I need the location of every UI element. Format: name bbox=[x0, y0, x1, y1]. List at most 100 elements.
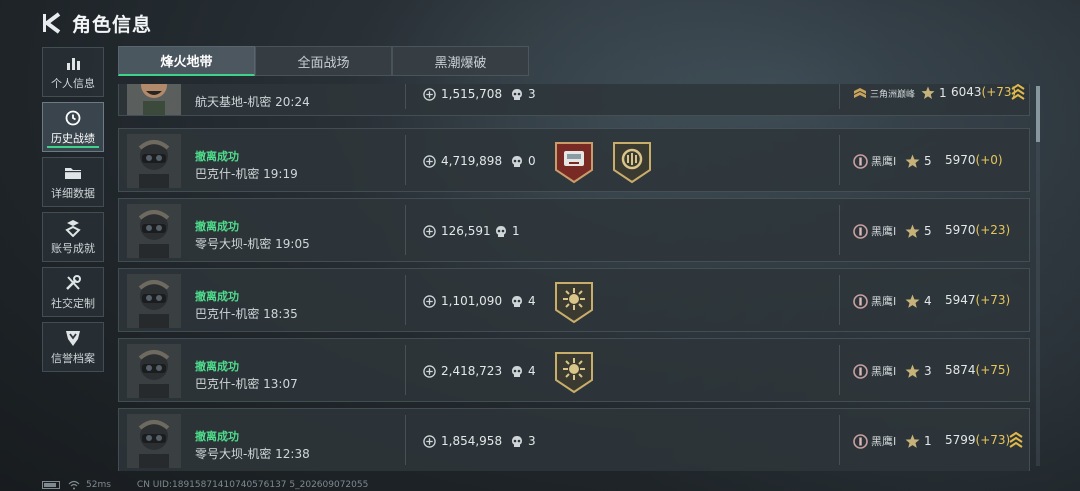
currency-icon bbox=[423, 434, 436, 448]
match-row[interactable]: 撤离成功 巴克什-机密 18:35 1,101,090 4 黑鹰I 4 5947… bbox=[118, 268, 1030, 332]
black-hawk-rank-icon bbox=[853, 293, 868, 309]
extract-value: 2,418,723 bbox=[423, 363, 502, 379]
star-icon bbox=[921, 86, 935, 99]
tab-black-tide[interactable]: 黑潮爆破 bbox=[392, 46, 529, 76]
tab-full-battlefield[interactable]: 全面战场 bbox=[255, 46, 392, 76]
value-text: 1,854,958 bbox=[441, 434, 503, 448]
score-text: 5874 bbox=[945, 363, 976, 377]
battery-icon bbox=[42, 480, 60, 489]
back-arrow-icon bbox=[43, 12, 61, 34]
rank: 黑鹰I bbox=[853, 153, 896, 169]
star-icon bbox=[905, 364, 920, 378]
scroll-thumb[interactable] bbox=[1036, 86, 1040, 142]
match-row[interactable]: 撤离成功 零号大坝-机密 19:05 126,591 1 黑鹰I 5 5970(… bbox=[118, 198, 1030, 262]
match-row[interactable]: 撤离成功 巴克什-机密 19:19 4,719,898 0 黑鹰I 5 5970… bbox=[118, 128, 1030, 192]
kills-text: 3 bbox=[528, 434, 536, 448]
divider bbox=[405, 205, 406, 255]
sun-emblem-badge-icon[interactable] bbox=[553, 350, 595, 394]
value-text: 1,515,708 bbox=[441, 87, 503, 101]
rank-score: 6043(+73) bbox=[951, 85, 1016, 101]
rank-text: 黑鹰I bbox=[871, 365, 897, 378]
sidebar-item-social[interactable]: 社交定制 bbox=[42, 267, 104, 317]
rank-level: 5 bbox=[905, 152, 932, 170]
star-icon bbox=[905, 154, 920, 168]
operator-avatar bbox=[127, 414, 181, 468]
loot-case-badge-icon[interactable] bbox=[553, 140, 595, 184]
rank-text: 黑鹰I bbox=[871, 295, 897, 308]
rank-text: 黑鹰I bbox=[871, 435, 897, 448]
sun-emblem-badge-icon[interactable] bbox=[553, 280, 595, 324]
match-row[interactable]: 航天基地-机密 20:24 1,515,708 3 三角洲巅峰 1 6043(+… bbox=[118, 84, 1030, 116]
rank-text: 黑鹰I bbox=[871, 155, 897, 168]
rank-level: 5 bbox=[905, 222, 932, 240]
sidebar-item-details[interactable]: 详细数据 bbox=[42, 157, 104, 207]
sidebar-item-reputation[interactable]: 信誉档案 bbox=[42, 322, 104, 372]
score-text: 5970 bbox=[945, 153, 976, 167]
team-emblem-badge-icon[interactable] bbox=[611, 140, 653, 184]
list-scrollbar[interactable] bbox=[1036, 86, 1040, 466]
star-icon bbox=[905, 294, 920, 308]
skull-icon bbox=[512, 295, 522, 307]
currency-icon bbox=[423, 87, 436, 101]
sidebar-item-history[interactable]: 历史战绩 bbox=[42, 102, 104, 152]
score-text: 5970 bbox=[945, 223, 976, 237]
uid-text: CN UID:18915871410740576137 5_2026090720… bbox=[136, 479, 369, 490]
folder-icon bbox=[64, 164, 82, 182]
divider bbox=[839, 415, 840, 465]
score-delta: (+73) bbox=[975, 433, 1011, 447]
score-delta: (+0) bbox=[975, 153, 1003, 167]
rank-score: 5970(+23) bbox=[945, 223, 1010, 239]
kill-count: 4 bbox=[511, 293, 536, 309]
rank-level: 1 bbox=[921, 84, 947, 102]
sidebar: 个人信息 历史战绩 详细数据 账号成就 社交定制 信誉档案 bbox=[42, 47, 104, 377]
extract-value: 1,854,958 bbox=[423, 433, 502, 449]
extract-status: 撤离成功 bbox=[195, 360, 239, 373]
ping-text: 52ms bbox=[86, 479, 111, 490]
black-hawk-rank-icon bbox=[853, 363, 868, 379]
sidebar-item-profile[interactable]: 个人信息 bbox=[42, 47, 104, 97]
match-row[interactable]: 撤离成功 零号大坝-机密 12:38 1,854,958 3 黑鹰I 1 579… bbox=[118, 408, 1030, 471]
score-text: 5799 bbox=[945, 433, 976, 447]
match-badges bbox=[553, 140, 669, 184]
match-map-time: 航天基地-机密 20:24 bbox=[195, 95, 310, 109]
bar-chart-icon bbox=[65, 54, 81, 72]
operator-avatar bbox=[127, 274, 181, 328]
currency-icon bbox=[423, 364, 436, 378]
black-hawk-rank-icon bbox=[853, 433, 868, 449]
sidebar-item-label: 社交定制 bbox=[51, 296, 95, 310]
match-row[interactable]: 撤离成功 巴克什-机密 13:07 2,418,723 4 黑鹰I 3 5874… bbox=[118, 338, 1030, 402]
kill-count: 4 bbox=[511, 363, 536, 379]
sidebar-item-label: 历史战绩 bbox=[51, 131, 95, 145]
rank-text: 黑鹰I bbox=[871, 225, 897, 238]
kills-text: 4 bbox=[528, 294, 536, 308]
mode-tabs: 烽火地带 全面战场 黑潮爆破 bbox=[118, 46, 529, 76]
star-icon bbox=[905, 434, 920, 448]
rank-level: 1 bbox=[905, 432, 932, 450]
level-text: 1 bbox=[924, 434, 932, 448]
rank-up-chevron-icon bbox=[1011, 84, 1025, 100]
rank: 黑鹰I bbox=[853, 433, 896, 449]
level-text: 5 bbox=[924, 224, 932, 238]
kill-count: 3 bbox=[511, 86, 536, 102]
skull-icon bbox=[512, 155, 522, 167]
back-button[interactable] bbox=[40, 9, 66, 37]
rank-level: 3 bbox=[905, 362, 932, 380]
rank: 黑鹰I bbox=[853, 293, 896, 309]
divider bbox=[405, 415, 406, 465]
sidebar-item-label: 信誉档案 bbox=[51, 351, 95, 365]
extract-value: 1,515,708 bbox=[423, 86, 502, 102]
match-map-time: 零号大坝-机密 12:38 bbox=[195, 447, 310, 461]
tools-icon bbox=[64, 274, 82, 292]
operator-avatar bbox=[127, 204, 181, 258]
operator-avatar bbox=[127, 134, 181, 188]
skull-icon bbox=[512, 365, 522, 377]
rank-level: 4 bbox=[905, 292, 932, 310]
rank-peak-icon bbox=[854, 88, 866, 98]
page-title: 角色信息 bbox=[72, 13, 153, 36]
value-text: 126,591 bbox=[441, 224, 491, 238]
sidebar-item-achievements[interactable]: 账号成就 bbox=[42, 212, 104, 262]
black-hawk-rank-icon bbox=[853, 153, 868, 169]
currency-icon bbox=[423, 294, 436, 308]
tab-fenghuo[interactable]: 烽火地带 bbox=[118, 46, 255, 76]
sidebar-item-label: 个人信息 bbox=[51, 76, 95, 90]
